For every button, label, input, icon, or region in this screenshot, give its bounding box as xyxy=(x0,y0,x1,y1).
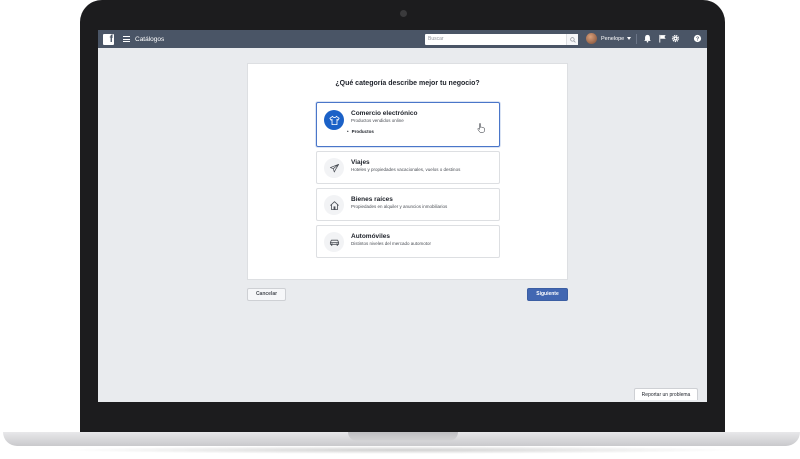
option-description: Distintos niveles del mercado automotor xyxy=(351,241,432,246)
option-description: Propiedades en alquiler y anuncios inmob… xyxy=(351,204,448,209)
laptop-notch xyxy=(348,432,458,441)
next-button[interactable]: Siguiente xyxy=(527,288,568,301)
nav-divider xyxy=(636,34,637,44)
option-comercio-electronico[interactable]: Comercio electrónico Productos vendidos … xyxy=(316,102,500,147)
option-description: Productos vendidos online xyxy=(351,118,404,123)
flag-icon[interactable] xyxy=(658,34,667,43)
hand-cursor-icon xyxy=(477,123,485,133)
report-problem-button[interactable]: Reportar un problema xyxy=(634,388,698,400)
option-title: Comercio electrónico xyxy=(351,110,418,117)
screen: f Catálogos Buscar Penelope ? ¿Qué categ… xyxy=(98,30,707,402)
option-description: Hoteles y propiedades vacacionales, vuel… xyxy=(351,167,461,172)
cancel-button[interactable]: Cancelar xyxy=(247,288,286,301)
chevron-down-icon xyxy=(627,37,632,40)
option-title: Bienes raíces xyxy=(351,196,393,203)
facebook-logo-icon[interactable]: f xyxy=(103,33,114,45)
option-title: Viajes xyxy=(351,159,370,166)
gear-icon[interactable] xyxy=(671,34,680,43)
top-nav-bar: f Catálogos Buscar Penelope ? xyxy=(98,30,707,48)
search-placeholder: Buscar xyxy=(428,36,444,42)
profile-menu[interactable]: Penelope xyxy=(586,33,632,44)
option-title: Automóviles xyxy=(351,233,391,240)
search-icon xyxy=(569,36,576,43)
option-bienes-raices[interactable]: Bienes raíces Propiedades en alquiler y … xyxy=(316,188,500,221)
svg-text:?: ? xyxy=(696,36,699,42)
plane-icon xyxy=(324,158,344,178)
app-title[interactable]: Catálogos xyxy=(135,36,164,43)
category-card: ¿Qué categoría describe mejor tu negocio… xyxy=(247,63,568,280)
option-viajes[interactable]: Viajes Hoteles y propiedades vacacionale… xyxy=(316,151,500,184)
page-title: ¿Qué categoría describe mejor tu negocio… xyxy=(335,80,480,87)
profile-name: Penelope xyxy=(601,35,625,42)
house-icon xyxy=(324,195,344,215)
laptop-shadow xyxy=(60,446,740,454)
camera-icon xyxy=(400,10,407,17)
hamburger-menu-icon[interactable] xyxy=(123,36,130,42)
help-icon[interactable]: ? xyxy=(693,34,702,43)
avatar xyxy=(586,33,597,44)
shirt-icon xyxy=(324,110,344,130)
option-automoviles[interactable]: Automóviles Distintos niveles del mercad… xyxy=(316,225,500,258)
notifications-bell-icon[interactable] xyxy=(643,34,652,43)
option-bullet: Productos xyxy=(347,129,374,134)
search-button[interactable] xyxy=(566,34,578,45)
car-icon xyxy=(324,232,344,252)
search-input[interactable]: Buscar xyxy=(425,34,578,45)
